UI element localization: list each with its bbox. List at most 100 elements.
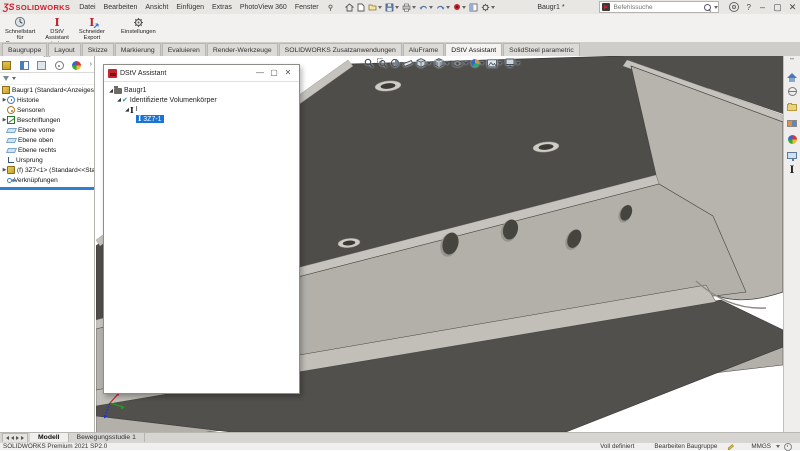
tab-baugruppe[interactable]: Baugruppe (2, 43, 48, 56)
dstv-assistant-dialog[interactable]: DStV Assistant — ▢ ✕ ◢ Baugr1 ◢ Identifi… (103, 64, 300, 394)
dialog-tree-item-volumenkoerper[interactable]: ◢ Identifizierte Volumenkörper (104, 96, 299, 106)
zoom-fit-icon[interactable] (364, 58, 374, 68)
dialog-tree-item-profile-i[interactable]: ◢ I I (104, 105, 299, 115)
view-orientation-icon[interactable] (416, 58, 431, 68)
tab-evaluieren[interactable]: Evaluieren (161, 43, 206, 56)
property-manager-icon[interactable] (19, 61, 29, 70)
search-options-caret-icon[interactable] (713, 5, 718, 9)
menu-fenster[interactable]: Fenster (291, 4, 323, 11)
status-options-icon[interactable] (784, 442, 792, 451)
scene-icon[interactable] (487, 58, 502, 68)
tab-scroll-last-icon[interactable] (21, 435, 24, 440)
menu-datei[interactable]: Datei (75, 4, 99, 11)
hide-show-icon[interactable] (452, 59, 468, 68)
menu-extras[interactable]: Extras (208, 4, 236, 11)
view-palette-icon[interactable] (787, 118, 798, 129)
tree-filter[interactable] (0, 73, 94, 85)
command-search[interactable] (598, 1, 719, 13)
graphics-viewport[interactable]: DStV Assistant — ▢ ✕ ◢ Baugr1 ◢ Identifi… (96, 56, 783, 432)
dimxpert-icon[interactable] (54, 61, 64, 70)
tab-scroll-prev-icon[interactable] (11, 435, 14, 440)
tab-markierung[interactable]: Markierung (114, 43, 161, 56)
menu-photoview[interactable]: PhotoView 360 (236, 4, 291, 11)
tree-item-ebene-vorne[interactable]: Ebene vorne (0, 125, 94, 135)
dialog-tree-item-3z7-1[interactable]: I 3Z7-1 (104, 115, 299, 125)
options-gear-icon[interactable] (481, 3, 496, 12)
dialog-maximize-button[interactable]: ▢ (267, 65, 281, 81)
schneider-export-button[interactable]: I Schneider Export (76, 15, 108, 42)
display-style-icon[interactable] (469, 3, 478, 12)
dialog-close-button[interactable]: ✕ (281, 65, 295, 81)
tab-scroll-next-icon[interactable] (16, 435, 19, 440)
edit-assembly-icon[interactable] (727, 443, 735, 451)
tree-item-baugr1[interactable]: Baugr1 (Standard<Anzeigestatus-1>) (0, 85, 94, 95)
section-view-icon[interactable] (390, 58, 400, 68)
tab-scroll-first-icon[interactable] (6, 435, 9, 440)
tab-solidsteel-parametric[interactable]: SolidSteel parametric (503, 43, 580, 56)
tree-item-beschriftungen[interactable]: ▶ Beschriftungen (0, 115, 94, 125)
display-manager-icon[interactable] (72, 61, 82, 70)
tab-aluframe[interactable]: AluFrame (402, 43, 445, 56)
zoom-area-icon[interactable] (377, 58, 387, 68)
resources-home-icon[interactable] (787, 70, 798, 82)
display-style-icon[interactable] (434, 58, 449, 68)
tab-skizze[interactable]: Skizze (81, 43, 114, 56)
close-button[interactable]: ✕ (785, 0, 800, 14)
appearances-icon[interactable] (787, 134, 798, 145)
open-icon[interactable] (368, 3, 383, 11)
tab-bewegungsstudie[interactable]: Bewegungsstudie 1 (69, 433, 145, 442)
help-button[interactable]: ? (747, 3, 751, 12)
new-document-icon[interactable] (357, 3, 365, 12)
measure-icon[interactable] (403, 58, 413, 68)
menu-bearbeiten[interactable]: Bearbeiten (100, 4, 142, 11)
search-input[interactable] (611, 2, 704, 12)
assembly-manager-icon[interactable] (2, 61, 11, 70)
expand-pane-icon[interactable]: › (90, 61, 92, 70)
login-user-icon[interactable] (728, 2, 739, 12)
dialog-tree-item-baugr1[interactable]: ◢ Baugr1 (104, 86, 299, 96)
view-settings-icon[interactable] (505, 58, 520, 68)
tree-item-ebene-rechts[interactable]: Ebene rechts (0, 145, 94, 155)
home-icon[interactable] (345, 2, 355, 12)
tab-solidworks-zusatzanwendungen[interactable]: SOLIDWORKS Zusatzanwendungen (278, 43, 402, 56)
settings-button[interactable]: Einstellungen (118, 15, 159, 36)
task-pane-handle[interactable]: •• (790, 57, 794, 63)
tree-item-ursprung[interactable]: Ursprung (0, 155, 94, 165)
units-caret-icon[interactable] (776, 445, 780, 448)
undo-icon[interactable] (419, 3, 434, 11)
maximize-button[interactable]: ▢ (770, 0, 785, 14)
dialog-tree-label: Identifizierte Volumenkörper (129, 96, 217, 104)
rollback-bar[interactable] (0, 187, 94, 190)
tree-item-verknuepfungen[interactable]: Verknüpfungen (0, 175, 94, 185)
selected-tree-item[interactable]: I 3Z7-1 (136, 115, 164, 124)
tab-render-werkzeuge[interactable]: Render-Werkzeuge (206, 43, 278, 56)
minimize-button[interactable]: – (755, 0, 770, 14)
print-icon[interactable] (402, 3, 417, 12)
task-pane: •• I (783, 56, 800, 432)
menu-einfuegen[interactable]: Einfügen (172, 4, 208, 11)
search-icon[interactable] (703, 3, 711, 11)
tree-item-historie[interactable]: ▶ Historie (0, 95, 94, 105)
tab-modell[interactable]: Modell (30, 433, 69, 442)
configuration-manager-icon[interactable] (37, 61, 47, 70)
dialog-title-bar[interactable]: DStV Assistant — ▢ ✕ (104, 65, 299, 81)
rebuild-icon[interactable] (453, 3, 467, 11)
dialog-minimize-button[interactable]: — (253, 65, 267, 81)
tab-layout[interactable]: Layout (48, 43, 81, 56)
redo-icon[interactable] (436, 3, 451, 11)
tab-scroll-controls[interactable] (2, 432, 28, 443)
dialog-title: DStV Assistant (120, 69, 167, 77)
forum-globe-icon[interactable] (787, 86, 798, 97)
tree-item-ebene-oben[interactable]: Ebene oben (0, 135, 94, 145)
tree-item-sensoren[interactable]: Sensoren (0, 105, 94, 115)
solidsteel-profile-icon[interactable]: I (787, 166, 798, 177)
custom-properties-icon[interactable] (787, 150, 798, 161)
design-library-icon[interactable] (787, 102, 798, 113)
units-label[interactable]: MMGS (751, 443, 771, 450)
pin-menu-icon[interactable] (327, 4, 334, 11)
edit-appearance-icon[interactable] (471, 59, 484, 67)
save-icon[interactable] (385, 3, 400, 12)
menu-ansicht[interactable]: Ansicht (141, 4, 172, 11)
tree-item-3z7-part[interactable]: ▶(f) 3Z7<1> (Standard<<Standard>_ (0, 165, 94, 175)
tab-dstv-assistant[interactable]: DStV Assistant (445, 43, 503, 56)
